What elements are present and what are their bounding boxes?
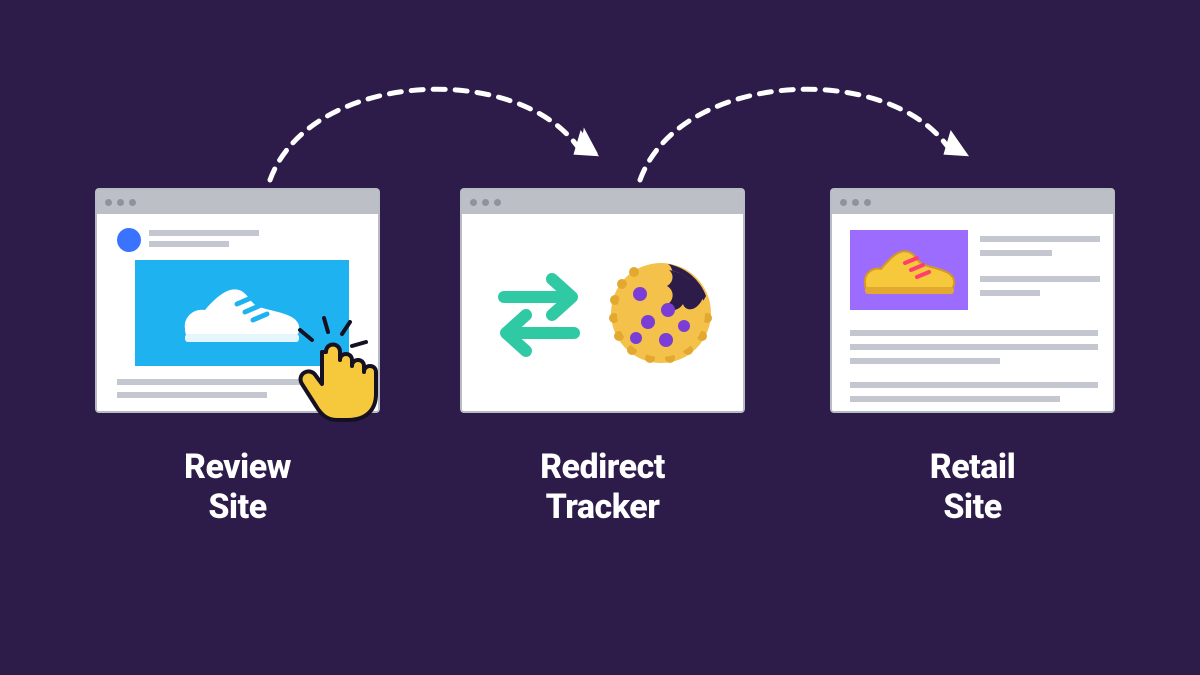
- window-dot-icon: [482, 199, 489, 206]
- pointer-click-icon: [280, 312, 400, 436]
- window-content: [832, 214, 1113, 411]
- text-placeholder: [980, 250, 1052, 256]
- panel-label: Redirect Tracker: [460, 447, 745, 527]
- window-titlebar: [832, 190, 1113, 214]
- shoe-icon: [859, 239, 959, 301]
- text-placeholder: [850, 382, 1098, 388]
- text-placeholder: [149, 230, 259, 236]
- text-placeholder: [117, 392, 267, 398]
- browser-window: [460, 188, 745, 413]
- window-dot-icon: [852, 199, 859, 206]
- text-placeholder: [850, 344, 1098, 350]
- window-dot-icon: [129, 199, 136, 206]
- panel-label: Retail Site: [830, 447, 1115, 527]
- text-placeholder: [980, 236, 1100, 242]
- product-image: [850, 230, 968, 310]
- diagram-canvas: Review Site: [0, 0, 1200, 675]
- retail-site-panel: Retail Site: [830, 188, 1115, 527]
- avatar-icon: [117, 228, 141, 252]
- window-dot-icon: [117, 199, 124, 206]
- window-titlebar: [97, 190, 378, 214]
- window-titlebar: [462, 190, 743, 214]
- window-dot-icon: [470, 199, 477, 206]
- text-placeholder: [980, 276, 1100, 282]
- window-content: [462, 214, 743, 411]
- cookie-icon: [606, 258, 716, 368]
- text-placeholder: [980, 290, 1040, 296]
- window-dot-icon: [864, 199, 871, 206]
- swap-arrows-icon: [490, 263, 588, 363]
- redirect-tracker-panel: Redirect Tracker: [460, 188, 745, 527]
- window-dot-icon: [494, 199, 501, 206]
- text-placeholder: [149, 241, 229, 247]
- window-dot-icon: [105, 199, 112, 206]
- text-placeholder: [850, 358, 1000, 364]
- text-placeholder: [850, 396, 1060, 402]
- panel-label: Review Site: [95, 447, 380, 527]
- browser-window: [830, 188, 1115, 413]
- text-placeholder: [850, 330, 1098, 336]
- window-dot-icon: [840, 199, 847, 206]
